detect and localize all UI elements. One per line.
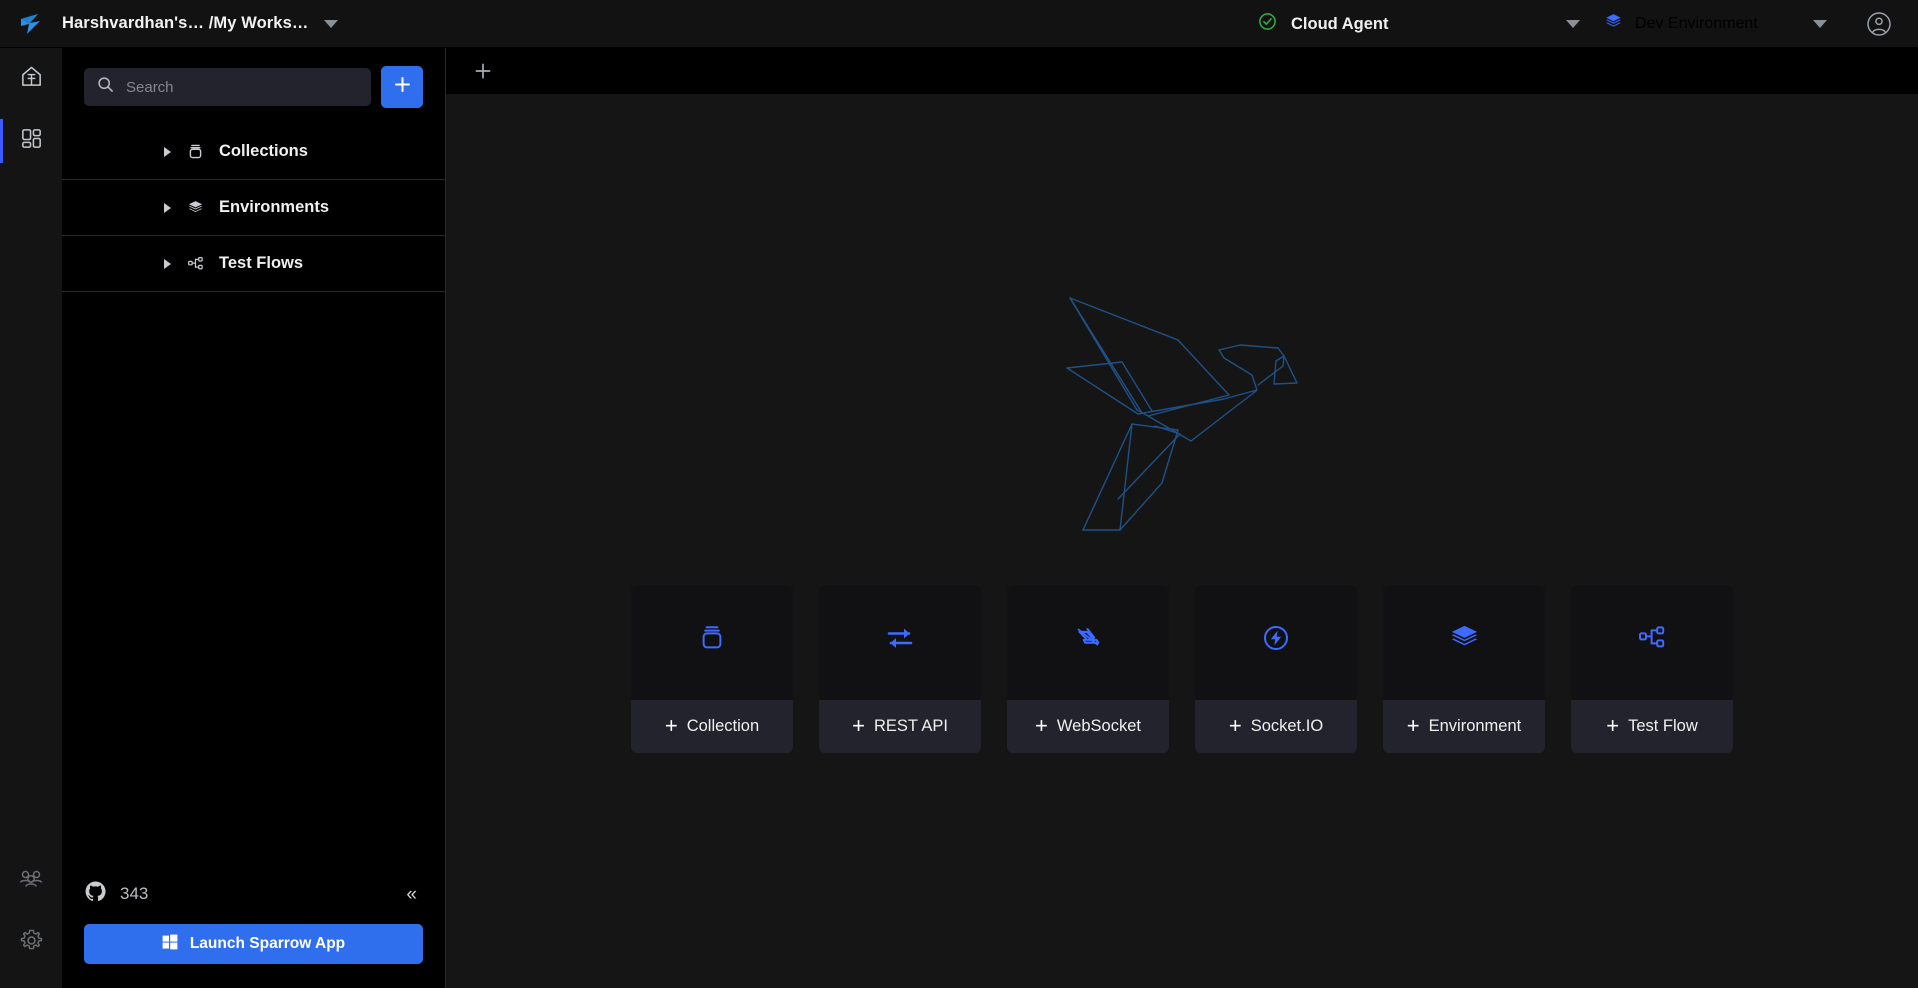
collection-jar-icon [185,143,205,160]
card-footer[interactable]: + WebSocket [1007,699,1169,753]
card-footer[interactable]: + Socket.IO [1195,699,1357,753]
sidebar-footer: 343 « Launch Sparrow App [62,868,445,988]
check-circle-icon [1258,12,1277,36]
add-tab-button[interactable] [468,56,498,86]
plus-icon: + [1606,713,1620,738]
plus-icon: + [852,713,865,738]
icon-rail [0,48,62,988]
sparrow-bird-logo-icon [0,11,62,37]
rail-item-home[interactable] [0,48,62,110]
plus-icon: + [1035,713,1048,738]
socketio-bolt-icon [1261,623,1291,658]
sparrow-bird-outline-icon [1052,278,1312,545]
card-label: Collection [686,716,760,735]
collection-jar-icon [697,623,727,658]
app-header: Harshvardhan's… /My Works… Cloud Agent D… [0,0,1918,48]
plus-icon: + [1228,713,1242,738]
layers-icon [1449,622,1480,658]
search-placeholder: Search [126,78,174,96]
flow-nodes-icon [1637,623,1667,658]
workspace-title: Harshvardhan's… /My Works… [62,14,309,32]
chevron-double-left-icon[interactable]: « [400,883,423,906]
home-icon [19,64,44,94]
empty-state-canvas: + Collection + REST API + WebSocket + So… [446,94,1918,988]
workspace-selector[interactable]: Harshvardhan's… /My Works… [62,14,339,33]
layers-icon [1604,12,1623,36]
card-footer[interactable]: + Collection [631,699,793,753]
sidebar-empty-space [62,292,445,868]
gear-icon [19,928,44,958]
github-stars-row[interactable]: 343 « [84,868,423,920]
websocket-icon [1073,623,1103,658]
app-window: Harshvardhan's… /My Works… Cloud Agent D… [0,0,1918,988]
sidebar-item-collections[interactable]: Collections [62,124,445,180]
github-star-count: 343 [120,884,149,903]
card-icon-area [631,585,793,700]
card-icon-area [1007,585,1169,700]
cloud-agent-selector[interactable]: Cloud Agent [1258,0,1388,48]
sidebar-search-row: Search [62,48,445,124]
card-rest-api[interactable]: + REST API [819,584,981,753]
rail-item-settings[interactable] [0,912,62,974]
rail-item-team[interactable] [0,850,62,912]
card-environment[interactable]: + Environment [1383,584,1545,753]
launch-sparrow-app-button[interactable]: Launch Sparrow App [84,924,423,964]
sidebar-item-label: Environments [219,198,330,216]
card-icon-area [819,585,981,700]
user-circle-icon[interactable] [1866,11,1892,42]
plus-icon [393,75,412,99]
tab-bar [446,48,1918,94]
sidebar-item-label: Test Flows [219,254,304,272]
sidebar-item-label: Collections [219,142,308,160]
environment-selector[interactable]: Dev Environment [1604,0,1758,48]
launch-button-label: Launch Sparrow App [189,935,346,952]
card-websocket[interactable]: + WebSocket [1007,584,1169,753]
card-test-flow[interactable]: + Test Flow [1571,584,1733,753]
rail-item-workspace[interactable] [0,110,62,172]
grid-dashboard-icon [19,126,44,156]
layers-icon [185,199,205,216]
triangle-right-icon[interactable] [164,258,171,269]
rest-api-arrows-icon [884,622,916,659]
card-label: REST API [873,716,948,735]
sidebar: Search Collections Environments Test Flo… [62,48,446,988]
search-input[interactable]: Search [84,68,371,106]
triangle-right-icon[interactable] [164,146,171,157]
cloud-agent-chevron-down-icon[interactable] [1566,20,1580,28]
cloud-agent-label: Cloud Agent [1291,14,1389,33]
chevron-down-icon[interactable] [324,19,339,28]
users-icon [18,866,44,897]
card-label: WebSocket [1056,716,1141,735]
search-icon [97,76,114,98]
flow-nodes-icon [185,255,205,272]
app-body: Search Collections Environments Test Flo… [0,48,1918,988]
triangle-right-icon[interactable] [164,202,171,213]
plus-icon: + [1406,713,1420,738]
sidebar-item-test-flows[interactable]: Test Flows [62,236,445,292]
card-icon-area [1383,585,1545,700]
sidebar-item-environments[interactable]: Environments [62,180,445,236]
environment-chevron-down-icon[interactable] [1813,20,1827,28]
card-socket-io[interactable]: + Socket.IO [1195,584,1357,753]
environment-label: Dev Environment [1635,15,1758,32]
card-label: Environment [1428,716,1522,735]
card-footer[interactable]: + REST API [819,699,981,753]
card-footer[interactable]: + Environment [1383,699,1545,753]
github-icon [84,880,107,908]
card-label: Socket.IO [1250,716,1324,735]
sidebar-tree: Collections Environments Test Flows [62,124,445,292]
card-footer[interactable]: + Test Flow [1571,699,1733,753]
windows-icon [162,934,178,955]
quick-create-cards: + Collection + REST API + WebSocket + So… [631,584,1733,753]
card-icon-area [1195,585,1357,700]
plus-icon: + [664,713,678,738]
card-collection[interactable]: + Collection [631,584,793,753]
add-new-button[interactable] [381,66,423,108]
card-icon-area [1571,585,1733,700]
card-label: Test Flow [1628,716,1698,735]
main-panel: + Collection + REST API + WebSocket + So… [446,48,1918,988]
